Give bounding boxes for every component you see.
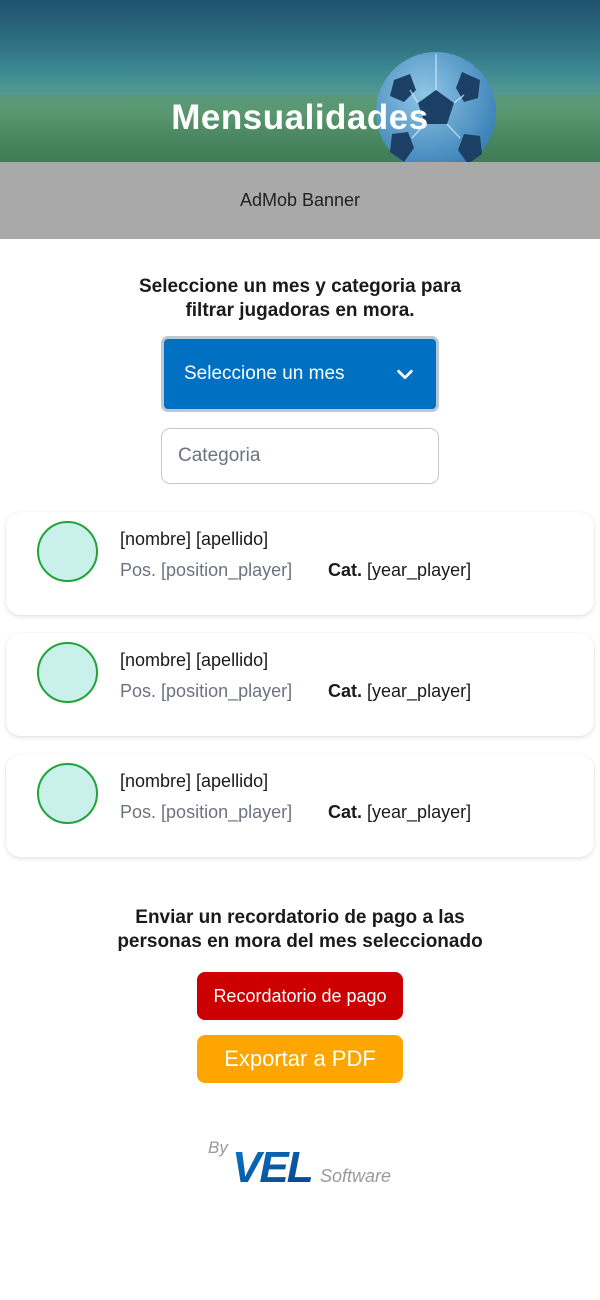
player-position: Pos. [position_player] xyxy=(120,560,293,580)
vel-software-logo: By VEL Software xyxy=(208,1138,391,1192)
month-select[interactable]: Seleccione un mes xyxy=(161,336,439,412)
avatar xyxy=(37,521,98,582)
player-name: [nombre] [apellido] xyxy=(120,650,269,670)
chevron-down-icon xyxy=(397,369,413,380)
player-name: [nombre] [apellido] xyxy=(120,771,269,791)
logo-brand-text: VEL xyxy=(232,1143,312,1192)
category-input[interactable] xyxy=(161,428,439,484)
export-pdf-button[interactable]: Exportar a PDF xyxy=(197,1035,403,1083)
reminder-instructions: Enviar un recordatorio de pago a las per… xyxy=(80,906,520,954)
ad-banner[interactable]: AdMob Banner xyxy=(0,162,600,239)
payment-reminder-button[interactable]: Recordatorio de pago xyxy=(197,972,403,1020)
player-position: Pos. [position_player] xyxy=(120,802,293,822)
logo-software-text: Software xyxy=(320,1166,391,1186)
reminder-instructions-line2: personas en mora del mes seleccionado xyxy=(117,931,483,952)
page-title: Mensualidades xyxy=(171,98,429,137)
reminder-instructions-line1: Enviar un recordatorio de pago a las xyxy=(135,907,465,928)
player-category: Cat. [year_player] xyxy=(328,681,472,701)
filter-instructions-line2: filtrar jugadoras en mora. xyxy=(185,300,415,321)
player-card[interactable]: [nombre] [apellido] Pos. [position_playe… xyxy=(6,512,594,615)
month-select-label: Seleccione un mes xyxy=(184,363,345,384)
player-card[interactable]: [nombre] [apellido] Pos. [position_playe… xyxy=(6,754,594,857)
header-banner: Mensualidades xyxy=(0,0,600,162)
player-card[interactable]: [nombre] [apellido] Pos. [position_playe… xyxy=(6,633,594,736)
avatar xyxy=(37,642,98,703)
avatar xyxy=(37,763,98,824)
ad-banner-label: AdMob Banner xyxy=(239,190,361,210)
player-category: Cat. [year_player] xyxy=(328,560,472,580)
logo-by-text: By xyxy=(208,1138,229,1157)
player-category: Cat. [year_player] xyxy=(328,802,472,822)
filter-instructions: Seleccione un mes y categoria para filtr… xyxy=(100,275,500,323)
player-position: Pos. [position_player] xyxy=(120,681,293,701)
player-name: [nombre] [apellido] xyxy=(120,529,269,549)
filter-instructions-line1: Seleccione un mes y categoria para xyxy=(138,276,462,297)
